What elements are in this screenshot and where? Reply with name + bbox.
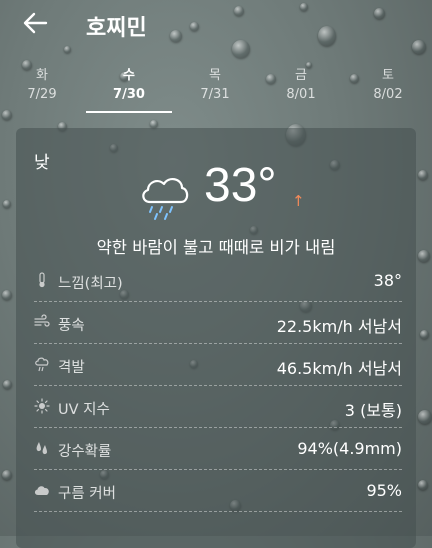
- period-label: 낮: [34, 153, 50, 173]
- back-arrow-icon[interactable]: [22, 10, 48, 36]
- detail-label: 풍속: [58, 318, 85, 334]
- detail-value: 46.5km/h 서남서: [276, 359, 402, 378]
- gust-icon: [34, 356, 50, 372]
- raindrops-icon: [34, 440, 50, 456]
- detail-value: 22.5km/h 서남서: [276, 317, 402, 336]
- detail-value: 3 (보통): [344, 401, 402, 420]
- cloud-rain-icon: [138, 172, 190, 220]
- detail-row-wind-speed: 풍속 22.5km/h 서남서: [34, 302, 402, 344]
- tab-weekday: 화: [36, 68, 48, 83]
- detail-value: 95%: [366, 481, 402, 500]
- tab-day-2[interactable]: 목 7/31: [185, 64, 245, 102]
- tab-weekday: 토: [382, 68, 394, 83]
- thermometer-icon: [34, 272, 50, 288]
- day-tabs: 화 7/29 수 7/30 목 7/31 금 8/01 토 8/02: [0, 64, 432, 116]
- detail-label: UV 지수: [58, 402, 110, 418]
- detail-label: 격발: [58, 360, 85, 376]
- active-tab-indicator: [86, 111, 172, 113]
- weather-description: 약한 바람이 불고 때때로 비가 내림: [96, 238, 336, 257]
- detail-row-precipitation: 강수확률 94%(4.9mm): [34, 428, 402, 470]
- tab-day-1[interactable]: 수 7/30: [99, 64, 159, 102]
- detail-value: 94%(4.9mm): [297, 439, 402, 458]
- tab-weekday: 금: [295, 68, 307, 83]
- detail-label: 느낌(최고): [58, 276, 123, 292]
- detail-row-gust: 격발 46.5km/h 서남서: [34, 344, 402, 386]
- trend-arrow-icon: ↑: [292, 192, 305, 210]
- app-bar: 호찌민: [0, 0, 432, 52]
- cloud-icon: [34, 482, 50, 498]
- tab-date: 7/31: [200, 87, 230, 102]
- detail-row-uv-index: UV 지수 3 (보통): [34, 386, 402, 428]
- tab-weekday: 목: [209, 68, 221, 83]
- detail-row-feels-like: 느낌(최고) 38°: [34, 260, 402, 302]
- detail-label: 구름 커버: [58, 486, 116, 502]
- tab-date: 7/29: [27, 87, 57, 102]
- city-title: 호찌민: [86, 16, 147, 41]
- detail-row-cloud-cover: 구름 커버 95%: [34, 470, 402, 512]
- tab-day-3[interactable]: 금 8/01: [271, 64, 331, 102]
- tab-weekday: 수: [123, 68, 135, 83]
- forecast-card: 낮 33° ↑ 약한 바람이 불고 때때로 비가 내림 느낌(최고) 38° 풍…: [16, 128, 416, 548]
- wind-icon: [34, 314, 50, 330]
- temperature-value: 33°: [204, 159, 277, 212]
- tab-day-4[interactable]: 토 8/02: [358, 64, 418, 102]
- tab-date: 8/01: [286, 87, 316, 102]
- detail-value: 38°: [373, 271, 402, 290]
- tab-date: 7/30: [113, 87, 145, 102]
- detail-label: 강수확률: [58, 444, 112, 460]
- tab-date: 8/02: [373, 87, 403, 102]
- sun-icon: [34, 398, 50, 414]
- tab-day-0[interactable]: 화 7/29: [12, 64, 72, 102]
